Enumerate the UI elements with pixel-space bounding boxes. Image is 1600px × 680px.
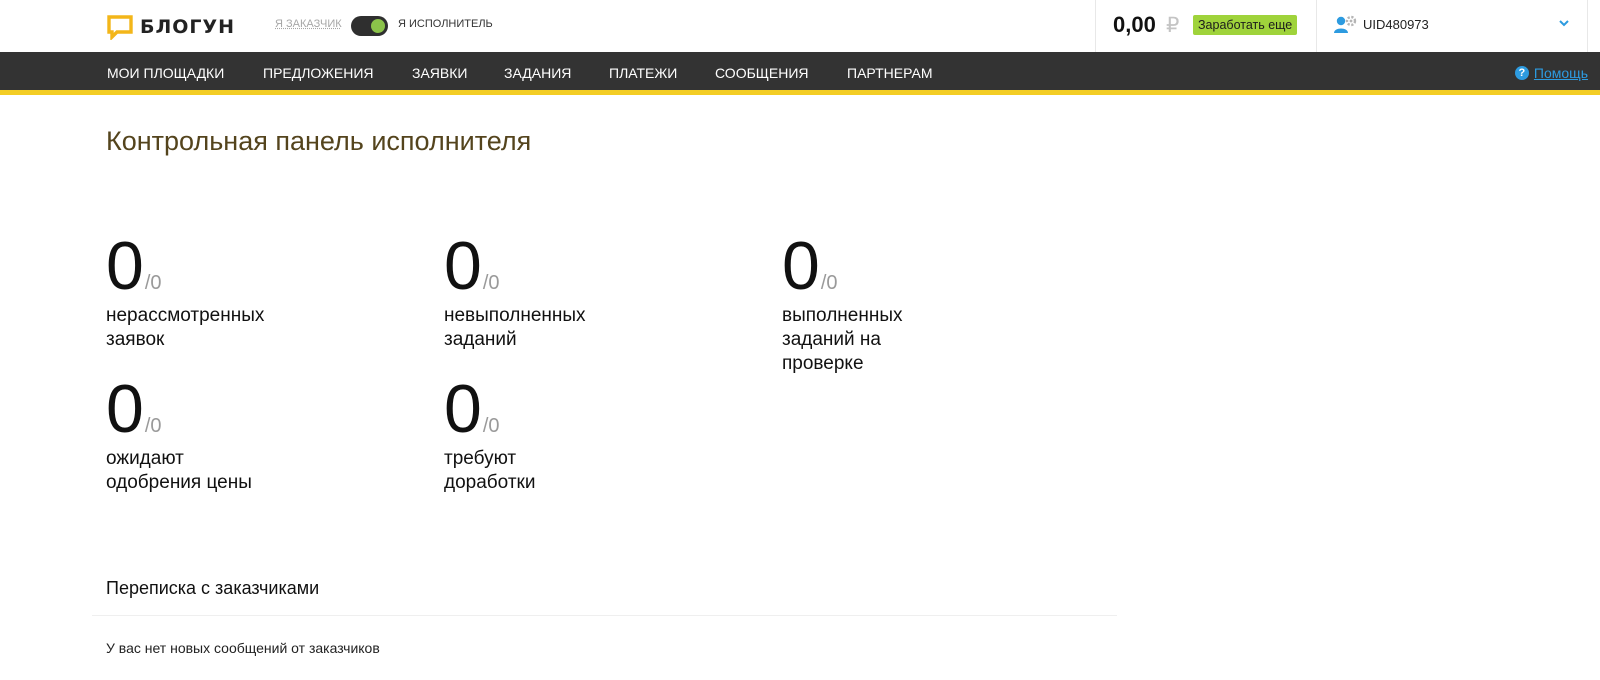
messages-empty-text: У вас нет новых сообщений от заказчиков bbox=[106, 640, 380, 656]
top-header: БЛОГУН Я ЗАКАЗЧИК Я ИСПОЛНИТЕЛЬ 0,00 ₽ З… bbox=[0, 0, 1600, 52]
main-nav: МОИ ПЛОЩАДКИ ПРЕДЛОЖЕНИЯ ЗАЯВКИ ЗАДАНИЯ … bbox=[0, 52, 1600, 95]
help-label: Помощь bbox=[1533, 65, 1588, 81]
role-performer-label: Я ИСПОЛНИТЕЛЬ bbox=[398, 18, 493, 30]
nav-requests[interactable]: ЗАЯВКИ bbox=[412, 65, 467, 81]
nav-offers[interactable]: ПРЕДЛОЖЕНИЯ bbox=[263, 65, 374, 81]
stat-value: 0 bbox=[444, 371, 482, 447]
page-title: Контрольная панель исполнителя bbox=[106, 126, 532, 156]
header-divider bbox=[1587, 0, 1588, 52]
user-settings-icon bbox=[1334, 15, 1357, 33]
section-divider bbox=[92, 615, 1117, 616]
nav-my-sites[interactable]: МОИ ПЛОЩАДКИ bbox=[107, 65, 224, 81]
stat-total: /0 bbox=[482, 415, 500, 437]
help-question-icon: ? bbox=[1514, 66, 1529, 80]
balance-block: 0,00 ₽ Заработать еще bbox=[1095, 0, 1317, 52]
earn-more-button[interactable]: Заработать еще bbox=[1193, 15, 1298, 35]
stat-label: нерассмотренных заявок bbox=[106, 305, 265, 350]
toggle-knob bbox=[371, 19, 385, 33]
stat-label: требуют доработки bbox=[444, 448, 536, 493]
stat-label: ожидают одобрения цены bbox=[106, 448, 252, 493]
logo[interactable]: БЛОГУН bbox=[106, 14, 235, 40]
balance-value: 0,00 bbox=[1113, 12, 1156, 37]
stat-awaiting-price-approval[interactable]: 0 /0 ожидают одобрения цены bbox=[106, 371, 346, 495]
stat-value: 0 bbox=[106, 371, 144, 447]
stat-needs-revision[interactable]: 0 /0 требуют доработки bbox=[444, 371, 684, 495]
logo-speech-bubble-icon bbox=[107, 15, 133, 40]
user-menu[interactable]: UID480973 bbox=[1333, 14, 1429, 34]
messages-section-title: Переписка с заказчиками bbox=[106, 578, 320, 598]
role-toggle[interactable] bbox=[351, 16, 388, 36]
stat-label: выполненных заданий на проверке bbox=[782, 305, 903, 374]
stat-tasks-on-review[interactable]: 0 /0 выполненных заданий на проверке bbox=[782, 228, 1022, 376]
stat-value: 0 bbox=[444, 228, 482, 304]
stat-unreviewed-requests[interactable]: 0 /0 нерассмотренных заявок bbox=[106, 228, 346, 352]
nav-partners[interactable]: ПАРТНЕРАМ bbox=[847, 65, 933, 81]
role-client-link[interactable]: Я ЗАКАЗЧИК bbox=[275, 18, 342, 30]
stat-value: 0 bbox=[106, 228, 144, 304]
stat-total: /0 bbox=[144, 415, 162, 437]
stat-label: невыполненных заданий bbox=[444, 305, 586, 350]
stat-total: /0 bbox=[482, 272, 500, 294]
currency-symbol: ₽ bbox=[1166, 14, 1180, 37]
user-id: UID480973 bbox=[1363, 16, 1429, 32]
nav-messages[interactable]: СООБЩЕНИЯ bbox=[715, 65, 809, 81]
stat-total: /0 bbox=[820, 272, 838, 294]
logo-text: БЛОГУН bbox=[140, 16, 236, 38]
chevron-down-icon[interactable] bbox=[1557, 18, 1571, 28]
nav-payments[interactable]: ПЛАТЕЖИ bbox=[609, 65, 677, 81]
stat-unfinished-tasks[interactable]: 0 /0 невыполненных заданий bbox=[444, 228, 684, 352]
nav-tasks[interactable]: ЗАДАНИЯ bbox=[504, 65, 571, 81]
stat-value: 0 bbox=[782, 228, 820, 304]
stat-total: /0 bbox=[144, 272, 162, 294]
help-link[interactable]: ? Помощь bbox=[1514, 65, 1588, 81]
